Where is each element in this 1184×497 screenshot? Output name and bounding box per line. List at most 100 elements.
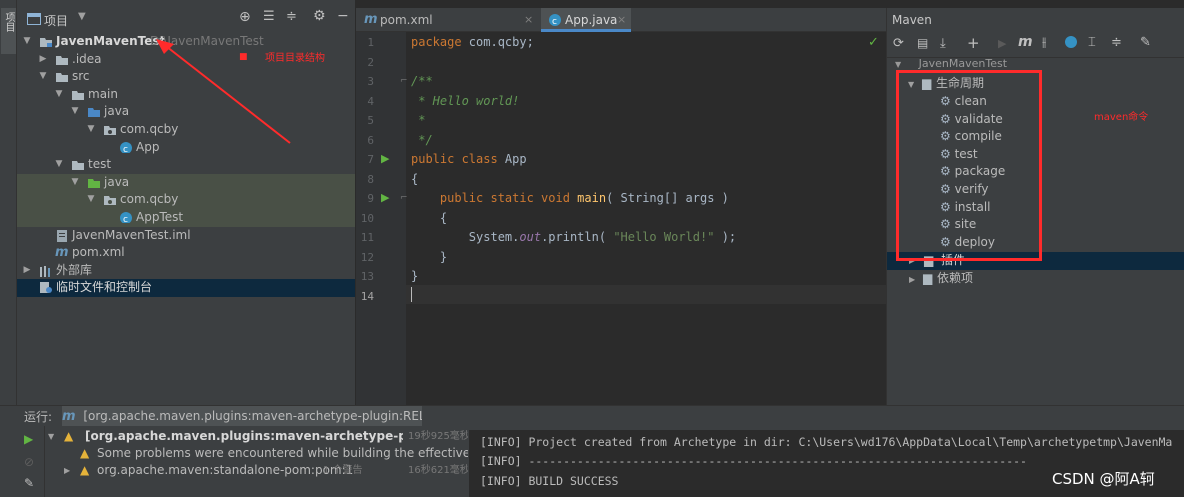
tree-label: java [104,104,130,119]
tree-row-scratches[interactable]: 临时文件和控制台 [17,279,355,297]
line-number: 7 [367,153,374,166]
tree-label: java [104,174,130,189]
chevron-down-icon[interactable]: ▼ [895,60,901,69]
line-number: 9 [367,192,374,205]
run-item-time: 16秒621毫秒 [408,465,468,476]
chevron-down-icon[interactable]: ▼ [85,191,97,209]
tree-row-test-package[interactable]: ▼ com.qcby [17,191,355,209]
svg-text:c: c [552,17,557,27]
chevron-down-icon[interactable]: ▼ [53,86,65,104]
chevron-down-icon[interactable]: ▼ [37,68,49,86]
library-icon [40,265,50,277]
run-item-label: org.apache.maven:standalone-pom:pom:1 [97,463,354,477]
run-tree-item-archetype[interactable]: ▼ ▲ [org.apache.maven.plugins:maven-arch… [48,428,468,445]
fold-marker-icon[interactable]: ⌐ [400,193,408,203]
chevron-right-icon[interactable]: ▶ [21,262,33,280]
run-tree-item-problems[interactable]: ▲ Some problems were encountered while b… [48,445,468,462]
no-problems-check-icon[interactable]: ✓ [868,35,879,50]
svg-text:c: c [123,215,128,223]
warning-icon: ▲ [80,446,90,460]
reload-icon[interactable]: ⟳ [893,36,904,51]
chevron-down-icon[interactable]: ▼ [53,156,65,174]
show-dependencies-icon[interactable]: ⌶ [1088,35,1096,50]
chevron-right-icon[interactable]: ▶ [909,275,915,284]
module-folder-icon [40,38,52,47]
tab-pom[interactable]: m pom.xml (JavenMavenTest) × [362,8,537,51]
tab-app[interactable]: c App.java × [541,8,631,32]
test-folder-icon [88,178,100,188]
folder-icon [56,73,68,83]
line-number: 8 [367,172,374,186]
line-number: 3 [367,75,374,88]
run-tree-item-standalone[interactable]: ▶ ▲ org.apache.maven:standalone-pom:pom:… [48,462,468,479]
tree-row-pom[interactable]: m pom.xml [17,244,355,262]
run-class-icon[interactable]: ▶ [381,152,389,165]
view-dropdown-icon[interactable]: ▼ [78,11,86,22]
wrench-icon[interactable]: ✎ [1140,35,1151,50]
tree-label: 临时文件和控制台 [56,280,153,295]
skip-tests-icon[interactable] [1065,36,1077,48]
code-editor[interactable] [406,32,886,405]
code-text: com.qcby; [461,35,534,49]
svg-text:c: c [123,145,128,153]
chevron-right-icon[interactable]: ▶ [64,462,70,479]
tree-row-iml[interactable]: JavenMavenTest.iml [17,227,355,245]
close-tab-icon[interactable]: × [617,8,626,32]
tree-row-test-java[interactable]: ▼ java [17,173,355,192]
scratch-icon [40,282,52,294]
code-line-11: System.out.println( "Hello World!" ); [411,228,736,248]
text-caret [411,287,412,302]
execute-goal-icon[interactable]: m [1018,34,1033,50]
package-icon [104,196,116,206]
collapse-all-icon[interactable]: ≑ [1111,35,1122,50]
chevron-down-icon[interactable]: ▼ [85,121,97,139]
tree-row-test[interactable]: ▼ test [17,156,355,174]
generate-sources-icon[interactable]: ▤ [917,36,928,50]
package-icon [104,126,116,135]
class-icon: c [549,14,561,27]
hide-panel-icon[interactable]: − [337,8,349,24]
line-number: 4 [367,94,374,108]
maven-project-row[interactable]: ▼ JavenMavenTest [895,58,1007,70]
tree-row-external-libraries[interactable]: ▶ 外部库 [17,262,355,280]
toggle-offline-icon[interactable]: ⫲ [1042,35,1046,50]
annotation-maven-commands: maven命令 [1094,112,1149,123]
settings-gear-icon[interactable]: ⚙ [313,8,326,24]
iml-file-icon [57,229,67,242]
chevron-down-icon[interactable]: ▼ [69,174,81,192]
tab-label: App.java [565,13,618,27]
chevron-down-icon[interactable]: ▼ [69,103,81,121]
caret-line-highlight [406,285,886,304]
code-text: ); [714,230,737,244]
run-item-time: 19秒925毫秒 [408,431,468,442]
method-name: main [569,191,607,205]
fold-marker-icon[interactable]: ⌐ [400,76,408,86]
maven-dependencies-row[interactable]: ▶ ▆ 依赖项 [909,270,973,288]
folder-icon [72,90,84,100]
add-icon[interactable]: + [967,34,980,52]
wrench-icon[interactable]: ✎ [24,476,34,490]
class-icon: c [120,141,132,153]
locate-icon[interactable]: ⊕ [239,9,251,25]
stop-icon[interactable]: ⊘ [24,455,34,469]
static-field: out [519,230,542,244]
tree-label: AppTest [136,210,184,224]
close-tab-icon[interactable]: × [524,8,533,32]
tree-label: main [88,86,118,101]
download-icon[interactable]: ⤓ [940,36,946,51]
rerun-icon[interactable]: ▶ [24,432,33,446]
run-tab[interactable]: m [org.apache.maven.plugins:maven-archet… [62,406,422,426]
run-icon[interactable]: ▶ [998,37,1006,50]
line-number: 11 [360,231,374,244]
chevron-down-icon[interactable]: ▼ [48,428,54,445]
chevron-down-icon[interactable]: ▼ [21,33,33,51]
tree-row-apptest[interactable]: c AppTest [17,209,355,227]
run-main-icon[interactable]: ▶ [381,191,389,204]
run-label: 运行: [24,410,53,424]
line-number: 6 [367,133,374,147]
expand-all-icon[interactable]: ☰ [263,9,275,24]
chevron-right-icon[interactable]: ▶ [37,51,49,69]
collapse-all-icon[interactable]: ≑ [286,9,297,24]
code-line-6: */ [411,132,433,147]
line-number: 12 [360,250,374,264]
